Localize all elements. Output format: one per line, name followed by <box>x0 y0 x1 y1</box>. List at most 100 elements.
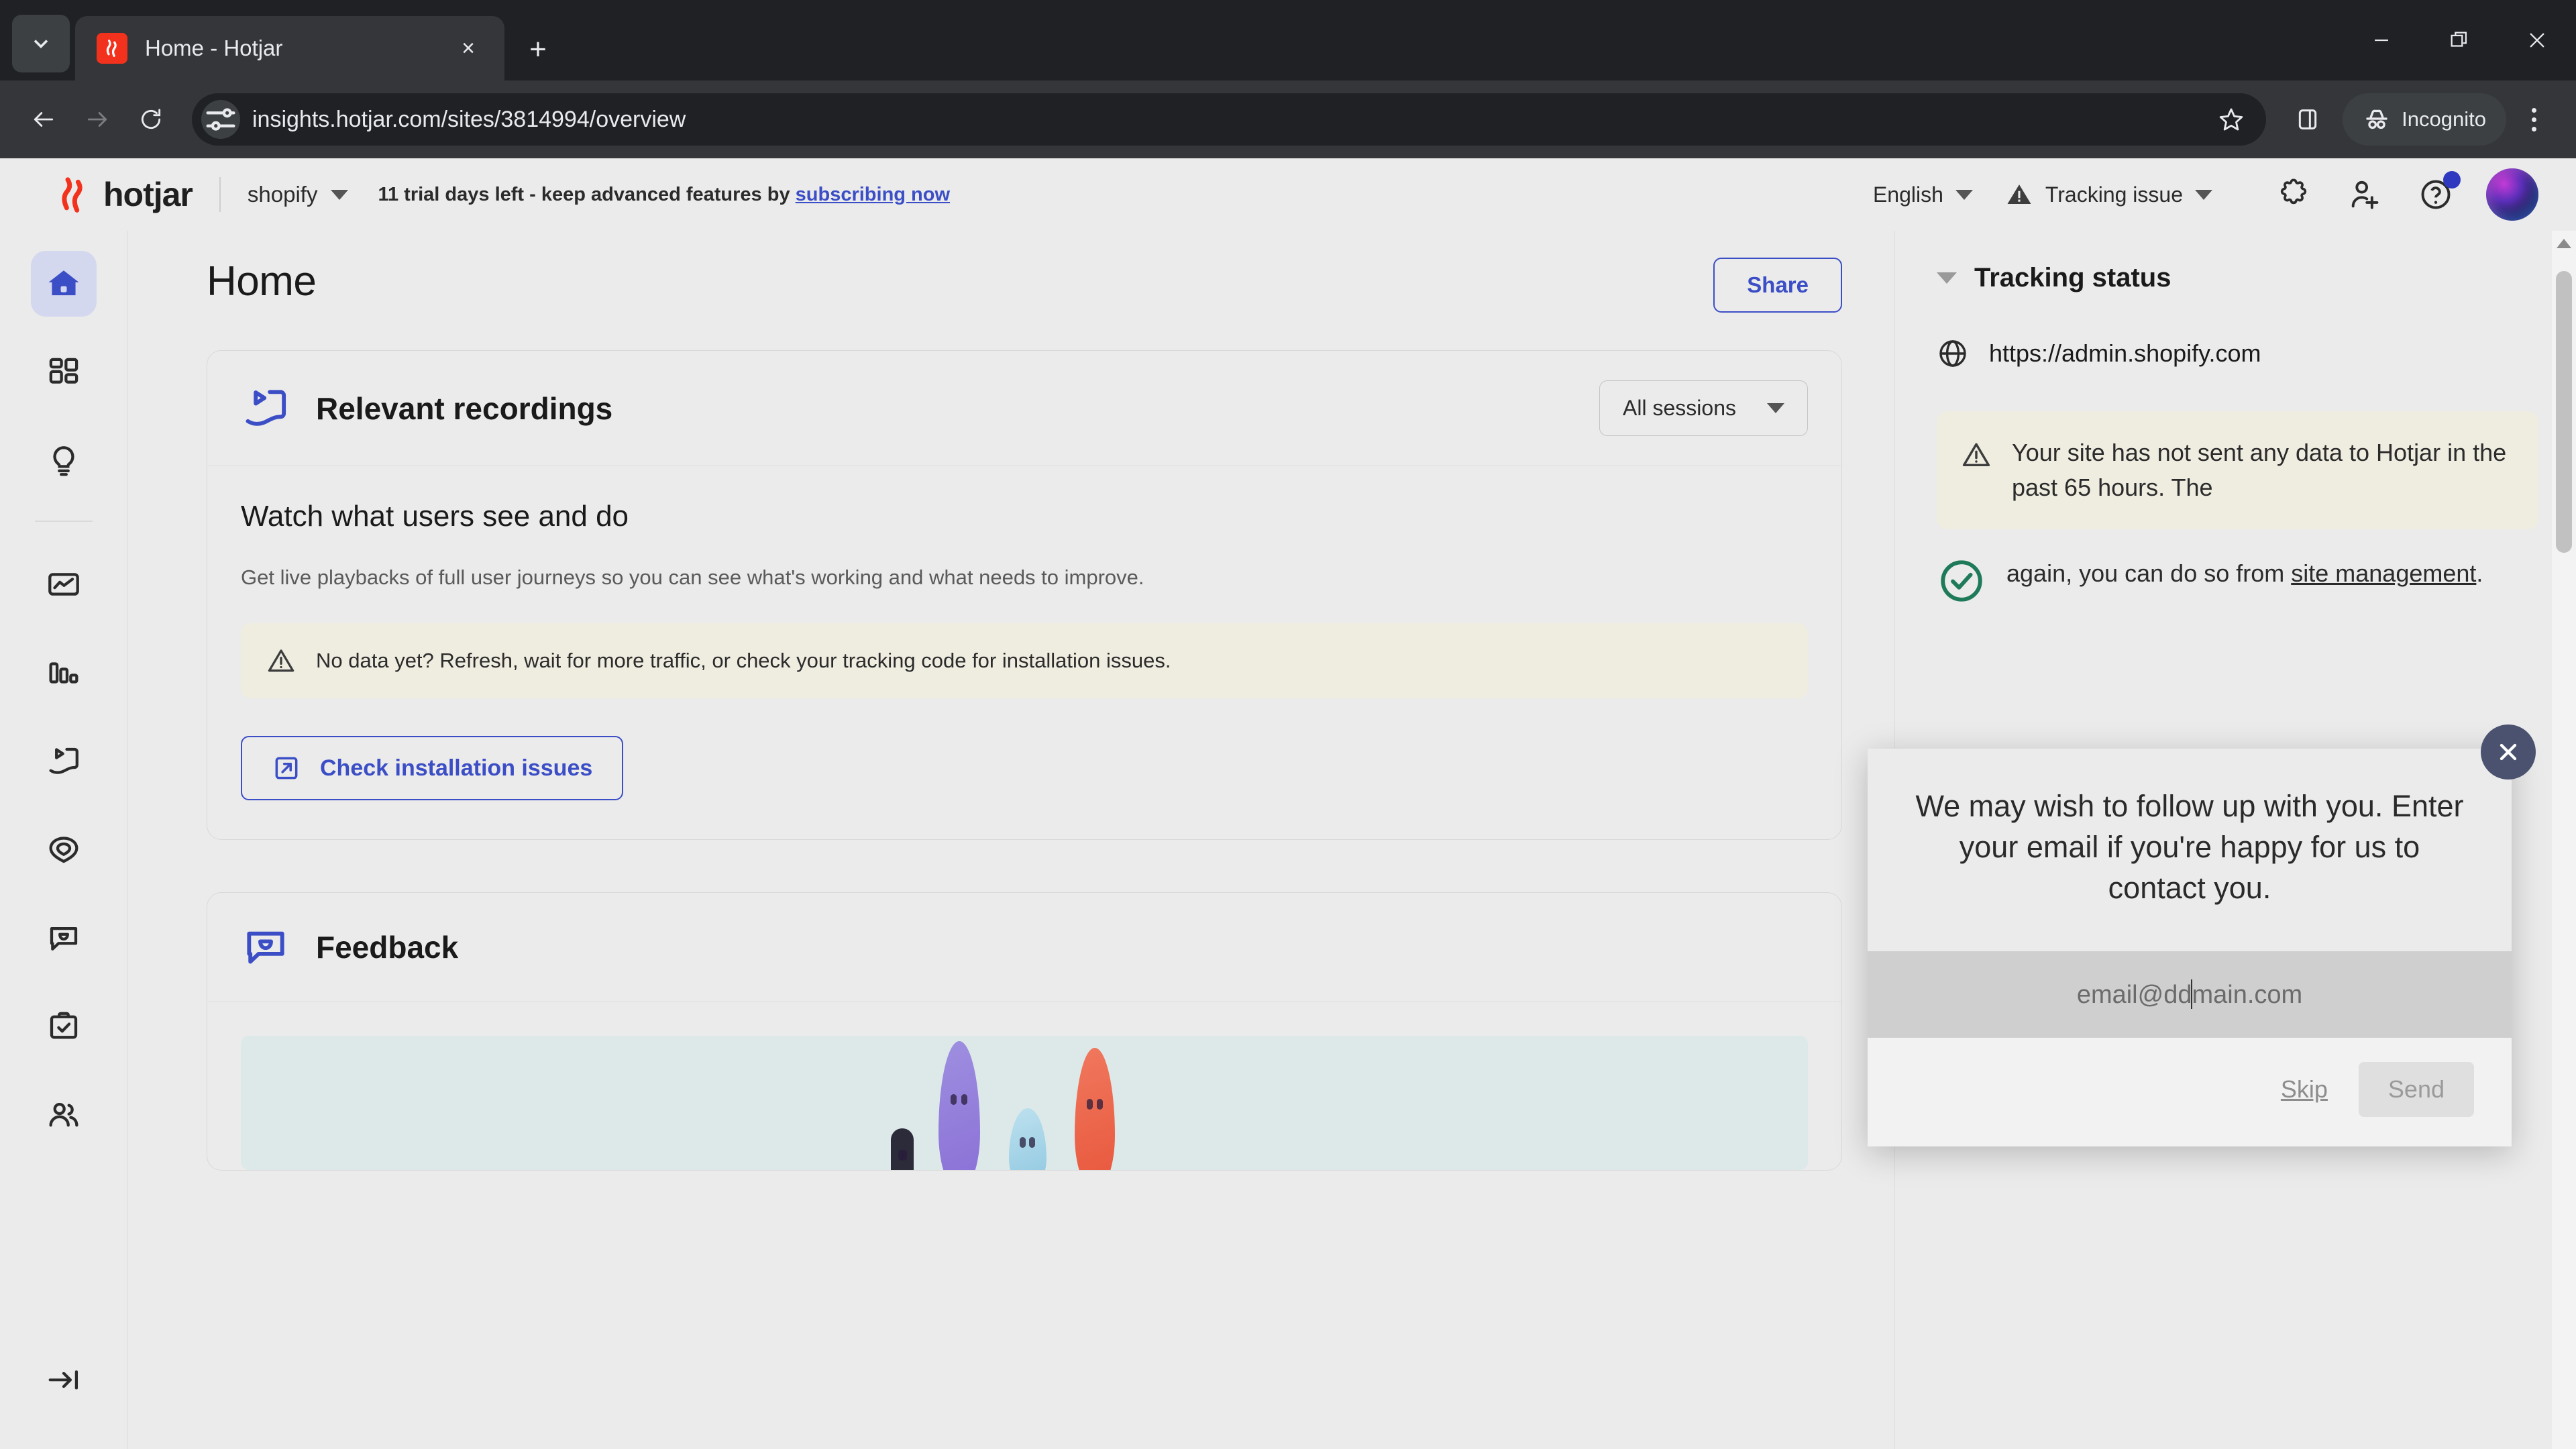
close-icon <box>2500 743 2517 761</box>
sidebar-item-home[interactable] <box>30 251 97 317</box>
tracked-site-url: https://admin.shopify.com <box>1937 337 2538 370</box>
external-link-icon <box>275 757 298 780</box>
language-label: English <box>1872 182 1943 207</box>
tracking-status-header[interactable]: Tracking status <box>1937 263 2538 293</box>
minimize-button[interactable] <box>2343 0 2420 80</box>
sidebar-item-insights[interactable] <box>31 428 97 494</box>
sidebar-item-heatmaps[interactable] <box>31 817 97 883</box>
site-selector[interactable]: shopify <box>248 182 349 207</box>
recordings-icon <box>246 389 286 426</box>
close-survey-button[interactable] <box>2481 724 2536 780</box>
address-bar[interactable]: insights.hotjar.com/sites/3814994/overvi… <box>192 93 2267 146</box>
blob-blue-icon <box>1008 1108 1046 1170</box>
hotjar-logo[interactable]: hotjar <box>54 175 193 214</box>
scroll-up-arrow-icon[interactable] <box>2557 239 2571 248</box>
survey-skip-button[interactable]: Skip <box>2261 1063 2348 1116</box>
add-user-icon <box>2351 180 2379 209</box>
subscribe-link[interactable]: subscribing now <box>796 184 950 205</box>
share-button[interactable]: Share <box>1713 258 1842 313</box>
scrollbar-thumb[interactable] <box>2556 271 2572 553</box>
blob-red-icon <box>1074 1048 1115 1170</box>
tracking-ok-text-tail: again, you can do so from <box>2006 559 2292 588</box>
tab-title: Home - Hotjar <box>145 36 283 60</box>
survey-modal: We may wish to follow up with you. Enter… <box>1868 724 2536 1147</box>
avatar[interactable] <box>2486 168 2538 221</box>
tracking-warning-text: Your site has not sent any data to Hotja… <box>2012 439 2507 502</box>
invite-user-button[interactable] <box>2337 167 2392 222</box>
side-panel-button[interactable] <box>2282 94 2333 145</box>
incognito-hat-icon <box>2366 109 2387 129</box>
survey-send-button[interactable]: Send <box>2358 1062 2474 1118</box>
back-button[interactable] <box>19 95 68 144</box>
notification-dot <box>2443 171 2461 189</box>
card-body: Watch what users see and do Get live pla… <box>207 466 1841 839</box>
sidebar-item-feedback[interactable] <box>31 906 97 971</box>
chevron-down-icon <box>1767 403 1784 413</box>
site-management-link[interactable]: site management <box>2291 559 2476 587</box>
left-sidebar <box>0 231 127 1449</box>
sidebar-item-users[interactable] <box>31 1083 97 1148</box>
hotjar-flame-icon <box>62 177 83 213</box>
tracking-issue-selector[interactable]: Tracking issue <box>2005 180 2212 209</box>
sidebar-collapse-button[interactable] <box>31 1347 97 1413</box>
sidebar-item-dashboards[interactable] <box>31 339 97 405</box>
side-panel-icon <box>2299 109 2317 129</box>
tab-search-button[interactable] <box>12 15 70 72</box>
restore-icon <box>2451 32 2467 47</box>
recordings-icon <box>49 747 78 774</box>
bar-chart-icon <box>49 662 78 684</box>
forward-button[interactable] <box>72 95 122 144</box>
browser-menu-button[interactable] <box>2510 93 2557 146</box>
window-controls <box>2343 0 2576 80</box>
check-installation-issues-label: Check installation issues <box>320 755 593 781</box>
bookmark-button[interactable] <box>2206 94 2257 145</box>
speech-bubble-icon <box>50 927 77 951</box>
reload-button[interactable] <box>126 95 176 144</box>
incognito-label: Incognito <box>2402 107 2486 131</box>
feedback-card-title: Feedback <box>316 930 459 965</box>
app-header-actions: English Tracking issue <box>1873 167 2538 222</box>
card-description: Get live playbacks of full user journeys… <box>241 566 1144 589</box>
new-tab-button[interactable]: + <box>519 31 557 68</box>
tracking-warning-box: Your site has not sent any data to Hotja… <box>1937 411 2538 530</box>
main-header: Home Share <box>207 258 1842 313</box>
check-installation-issues-button[interactable]: Check installation issues <box>241 736 624 800</box>
sidebar-item-funnels[interactable] <box>31 640 97 706</box>
panel-scrollbar[interactable] <box>2552 231 2576 1449</box>
collapse-arrow-icon <box>48 1370 78 1390</box>
integrations-button[interactable] <box>2266 167 2321 222</box>
sidebar-item-trends[interactable] <box>31 551 97 617</box>
language-selector[interactable]: English <box>1873 182 1973 207</box>
help-button[interactable] <box>2408 167 2463 222</box>
site-settings-button[interactable] <box>201 100 240 139</box>
blob-purple-icon <box>938 1041 980 1170</box>
close-window-button[interactable] <box>2498 0 2576 80</box>
no-data-warning: No data yet? Refresh, wait for more traf… <box>241 623 1808 698</box>
session-filter-value: All sessions <box>1623 396 1736 420</box>
back-arrow-icon <box>34 112 54 127</box>
feedback-card-header: Feedback <box>207 893 1841 1002</box>
feedback-illustration <box>241 1036 1808 1170</box>
survey-actions: Skip Send <box>1868 1038 2512 1147</box>
page-viewport: hotjar shopify 11 trial days left - keep… <box>0 158 2576 1449</box>
maximize-button[interactable] <box>2420 0 2498 80</box>
close-tab-button[interactable]: × <box>449 30 487 67</box>
tune-site-settings-icon <box>206 108 235 131</box>
card-header: Relevant recordings All sessions <box>207 351 1841 466</box>
heatmap-icon <box>49 837 78 863</box>
tracking-ok-note: again, you can do so from site managemen… <box>1937 556 2538 606</box>
check-circle-icon <box>1941 560 1982 602</box>
sidebar-item-recordings[interactable] <box>31 729 97 794</box>
trial-banner-text: 11 trial days left - keep advanced featu… <box>378 183 796 205</box>
home-icon <box>48 270 78 296</box>
session-filter-select[interactable]: All sessions <box>1599 380 1808 436</box>
site-selector-label: shopify <box>247 182 318 207</box>
chevron-down-icon <box>1955 189 1973 200</box>
sidebar-item-surveys[interactable] <box>31 994 97 1060</box>
survey-email-input[interactable]: email@ddmain.com <box>1868 951 2512 1038</box>
tracking-ok-text-end: . <box>2476 559 2483 588</box>
browser-window: Home - Hotjar × + insights.hotjar.com/si… <box>0 0 2576 1449</box>
incognito-indicator[interactable]: Incognito <box>2343 93 2506 146</box>
browser-tab[interactable]: Home - Hotjar × <box>75 16 504 80</box>
clipboard-check-icon <box>50 1012 77 1039</box>
